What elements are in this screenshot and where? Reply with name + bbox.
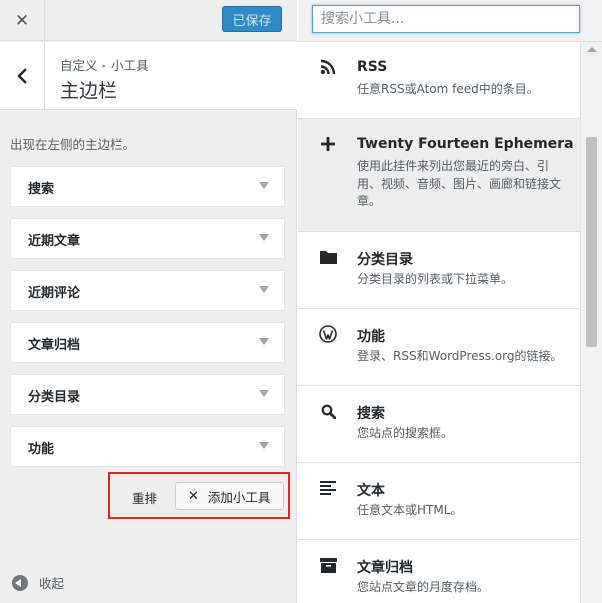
available-widget-title: 文章归档 <box>357 560 413 576</box>
add-widget-button[interactable]: ✕ 添加小工具 <box>175 482 284 510</box>
back-button[interactable] <box>0 42 45 110</box>
available-widget-description: 任意RSS或Atom feed中的条目。 <box>357 82 539 96</box>
chevron-left-icon <box>17 68 27 84</box>
widget-list-scrollbar[interactable] <box>580 42 602 603</box>
breadcrumb: 自定义 ▸ 小工具 <box>60 55 149 74</box>
plus-icon <box>319 135 337 153</box>
page-title: 主边栏 <box>60 80 118 102</box>
sidebar-widget-search[interactable]: 搜索 <box>10 166 285 207</box>
reorder-button[interactable]: 重排 <box>132 488 157 507</box>
sidebar-widget-categories[interactable]: 分类目录 <box>10 374 285 415</box>
sidebar-widget-meta[interactable]: 功能 <box>10 426 285 467</box>
saved-button[interactable]: 已保存 <box>222 6 282 32</box>
customizer-header: ✕ 已保存 <box>0 0 297 41</box>
expand-arrow-icon[interactable] <box>259 338 269 345</box>
close-icon: ✕ <box>14 10 30 31</box>
widget-search-input[interactable] <box>312 5 580 33</box>
widget-title: 近期文章 <box>28 234 81 249</box>
expand-arrow-icon[interactable] <box>259 442 269 449</box>
widget-title: 功能 <box>28 442 55 457</box>
section-header: 自定义 ▸ 小工具 主边栏 <box>0 42 297 110</box>
text-icon <box>319 479 337 497</box>
available-widget-title: RSS <box>357 59 388 75</box>
available-widget-archives[interactable]: 文章归档 您站点文章的月度存档。 <box>298 540 580 603</box>
available-widgets-panel: RSS 任意RSS或Atom feed中的条目。 Twenty Fourteen… <box>298 0 602 603</box>
breadcrumb-parent: 自定义 <box>60 58 98 73</box>
available-widget-description: 使用此挂件来列出您最近的旁白、引用、视频、音频、图片、画廊和链接文章。 <box>357 159 562 208</box>
sidebar-widget-archives[interactable]: 文章归档 <box>10 322 285 363</box>
available-widget-description: 任意文本或HTML。 <box>357 503 463 517</box>
available-widget-title: 功能 <box>357 329 385 345</box>
scroll-up-arrow-icon[interactable] <box>587 47 597 52</box>
collapse-label: 收起 <box>39 576 65 591</box>
breadcrumb-current: 小工具 <box>111 58 149 73</box>
breadcrumb-separator-icon: ▸ <box>102 62 107 70</box>
archive-icon <box>319 556 337 574</box>
expand-arrow-icon[interactable] <box>259 390 269 397</box>
available-widget-title: 分类目录 <box>357 252 413 268</box>
expand-arrow-icon[interactable] <box>259 234 269 241</box>
collapse-button[interactable]: 收起 <box>12 573 64 592</box>
widget-search-bar <box>298 0 602 42</box>
close-button[interactable]: ✕ <box>0 0 45 41</box>
available-widget-title: 搜索 <box>357 406 385 422</box>
collapse-arrow-icon <box>12 574 28 591</box>
wordpress-icon <box>319 325 337 343</box>
available-widget-description: 您站点的搜索框。 <box>357 426 454 440</box>
available-widget-rss[interactable]: RSS 任意RSS或Atom feed中的条目。 <box>298 42 580 119</box>
section-description: 出现在左侧的主边栏。 <box>10 137 136 152</box>
expand-arrow-icon[interactable] <box>259 286 269 293</box>
rss-icon <box>319 58 337 76</box>
available-widget-description: 分类目录的列表或下拉菜单。 <box>357 272 514 286</box>
widget-title: 搜索 <box>28 182 55 197</box>
available-widget-text[interactable]: 文本 任意文本或HTML。 <box>298 463 580 540</box>
available-widget-search[interactable]: 搜索 您站点的搜索框。 <box>298 386 580 463</box>
widget-title: 分类目录 <box>28 390 81 405</box>
sidebar-widget-recent-posts[interactable]: 近期文章 <box>10 218 285 259</box>
available-widget-title: 文本 <box>357 483 385 499</box>
sidebar-widget-recent-comments[interactable]: 近期评论 <box>10 270 285 311</box>
available-widget-title: Twenty Fourteen Ephemera <box>357 136 574 152</box>
available-widget-categories[interactable]: 分类目录 分类目录的列表或下拉菜单。 <box>298 232 580 309</box>
scroll-thumb[interactable] <box>586 137 597 347</box>
add-icon: ✕ <box>188 488 199 504</box>
widget-title: 近期评论 <box>28 286 81 301</box>
expand-arrow-icon[interactable] <box>259 182 269 189</box>
available-widget-description: 您站点文章的月度存档。 <box>357 580 490 594</box>
add-widget-label: 添加小工具 <box>207 489 271 505</box>
available-widget-ephemera[interactable]: Twenty Fourteen Ephemera 使用此挂件来列出您最近的旁白、… <box>298 119 580 232</box>
folder-icon <box>319 248 337 266</box>
customizer-panel: ✕ 已保存 自定义 ▸ 小工具 主边栏 出现在左侧的主边栏。 搜索 近期文章 近期评… <box>0 0 297 603</box>
search-icon <box>319 402 337 420</box>
available-widget-meta[interactable]: 功能 登录、RSS和WordPress.org的链接。 <box>298 309 580 386</box>
widget-title: 文章归档 <box>28 338 81 353</box>
available-widget-description: 登录、RSS和WordPress.org的链接。 <box>357 349 563 363</box>
